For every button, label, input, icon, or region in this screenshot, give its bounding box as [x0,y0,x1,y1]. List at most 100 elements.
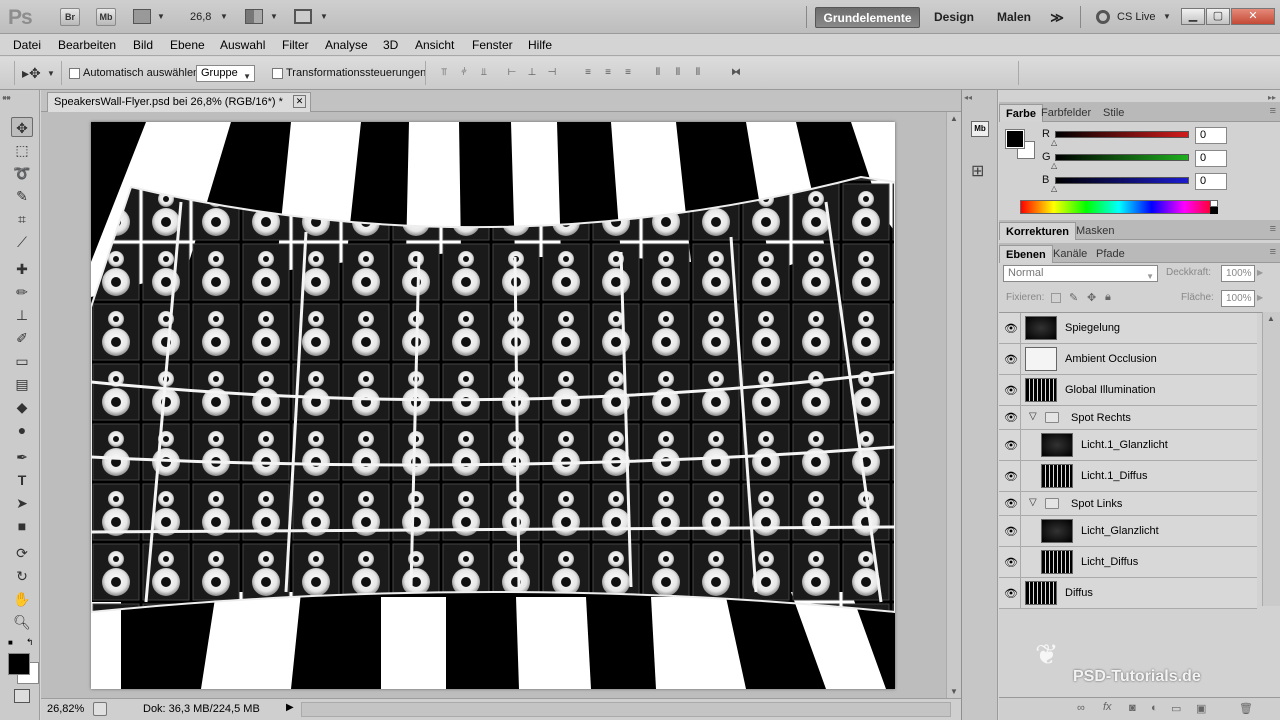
menu-fenster[interactable]: Fenster [472,38,513,52]
close-window-button[interactable]: ✕ [1231,8,1275,25]
lock-transparency-icon[interactable] [1051,293,1061,303]
blend-mode-dropdown[interactable]: Normal ▼ [1003,265,1158,282]
panel-menu-icon[interactable]: ≡ [1270,105,1276,117]
3d-rotate-tool-icon[interactable]: ⟳ [11,543,33,563]
eye-icon[interactable]: 👁︎ [1003,525,1019,539]
distribute-bottom-icon[interactable]: ≡ [620,66,636,80]
move-tool-preset-icon[interactable]: ▸✥ [22,65,41,82]
eye-icon[interactable]: 👁︎ [1003,556,1019,570]
more-workspaces-icon[interactable]: ≫ [1046,7,1068,28]
new-layer-icon[interactable]: ▣ [1196,702,1206,715]
distribute-hcenter-icon[interactable]: ⦀ [670,66,686,80]
layer-thumbnail[interactable] [1025,347,1057,371]
menu-ebene[interactable]: Ebene [170,38,205,52]
fill-field[interactable]: 100% [1221,290,1255,307]
mini-bridge-button[interactable]: Mb [96,8,116,26]
clone-stamp-tool-icon[interactable]: ⊥ [11,305,33,325]
status-menu-arrow-icon[interactable]: ▶ [286,702,294,713]
transform-controls-checkbox[interactable] [272,68,283,79]
chevron-down-icon[interactable]: ▼ [1163,12,1171,21]
layer-row[interactable]: 👁︎ Global Illumination [999,375,1257,406]
scroll-up-icon[interactable]: ▲ [950,114,958,123]
cs-live-icon[interactable] [1096,10,1110,24]
eye-icon[interactable]: 👁︎ [1003,497,1019,511]
chevron-down-icon[interactable]: ▼ [320,12,328,21]
layer-row[interactable]: 👁︎ Licht_Glanzlicht [999,516,1257,547]
tab-masken[interactable]: Masken [1070,222,1121,240]
new-group-icon[interactable]: ▭ [1171,702,1181,715]
crop-tool-icon[interactable]: ⌗ [11,209,33,229]
move-tool-icon[interactable]: ✥ [11,117,33,137]
mini-bridge-panel-icon[interactable]: Mb [971,121,989,137]
add-mask-icon[interactable]: ◙ [1129,702,1136,714]
workspace-grundelemente[interactable]: Grundelemente [815,7,920,28]
layers-scrollbar[interactable]: ▲ [1262,312,1280,606]
bridge-button[interactable]: Br [60,8,80,26]
foreground-color-swatch[interactable] [8,653,30,675]
menu-ansicht[interactable]: Ansicht [415,38,454,52]
layer-group-row[interactable]: 👁︎ ▽ Spot Links [999,492,1257,516]
eye-icon[interactable]: 👁︎ [1003,384,1019,398]
chevron-down-icon[interactable]: ▼ [220,12,228,21]
default-colors-icon[interactable]: ■ [8,638,13,647]
tab-farbfelder[interactable]: Farbfelder [1035,104,1097,122]
tab-kanaele[interactable]: Kanäle [1047,245,1093,263]
shape-tool-icon[interactable]: ■ [11,516,33,536]
layer-thumbnail[interactable] [1041,464,1073,488]
quick-selection-tool-icon[interactable]: ✎ [11,186,33,206]
slider-handle-icon[interactable]: △ [1051,161,1057,170]
lock-pixels-icon[interactable]: ✎ [1069,291,1078,304]
align-right-icon[interactable]: ⊣ [544,66,560,80]
align-top-icon[interactable]: ⫪ [436,66,452,80]
link-layers-icon[interactable]: ∞ [1077,702,1085,714]
align-vcenter-icon[interactable]: ⫩ [456,66,472,80]
layer-row[interactable]: 👁︎ Licht.1_Glanzlicht [999,430,1257,461]
arrange-documents-icon[interactable] [245,9,263,24]
path-selection-tool-icon[interactable]: ➤ [11,493,33,513]
scroll-up-icon[interactable]: ▲ [1267,314,1275,323]
fill-arrow-icon[interactable]: ▶ [1257,293,1263,302]
lasso-tool-icon[interactable]: ➰ [11,163,33,183]
adjustment-layer-icon[interactable]: ◐ [1151,702,1158,714]
eye-icon[interactable]: 👁︎ [1003,411,1019,425]
menu-filter[interactable]: Filter [282,38,309,52]
menu-analyse[interactable]: Analyse [325,38,368,52]
swap-colors-icon[interactable]: ↰ [26,637,34,648]
channel-b-slider[interactable] [1055,177,1189,184]
layer-row[interactable]: 👁︎ Spiegelung [999,313,1257,344]
lock-all-icon[interactable]: 🔒︎ [1105,291,1111,304]
menu-datei[interactable]: Datei [13,38,41,52]
chevron-down-icon[interactable]: ▼ [270,12,278,21]
panel-menu-icon[interactable]: ≡ [1270,246,1276,258]
history-brush-tool-icon[interactable]: ✐ [11,328,33,348]
channel-g-slider[interactable] [1055,154,1189,161]
zoom-tool-icon[interactable]: 🔍︎ [11,612,33,632]
channel-b-value[interactable]: 0 [1195,173,1227,190]
layer-row[interactable]: 👁︎ Ambient Occlusion [999,344,1257,375]
close-tab-icon[interactable]: ✕ [293,95,306,108]
layer-row[interactable]: 👁︎ Diffus [999,578,1257,609]
layer-thumbnail[interactable] [1041,550,1073,574]
channel-r-slider[interactable] [1055,131,1189,138]
hand-tool-icon[interactable]: ✋ [11,589,33,609]
auto-align-layers-icon[interactable]: ⧓ [728,66,744,80]
panel-menu-icon[interactable]: ≡ [1270,223,1276,235]
channel-g-value[interactable]: 0 [1195,150,1227,167]
menu-hilfe[interactable]: Hilfe [528,38,552,52]
expand-group-icon[interactable]: ▽ [1029,497,1037,508]
foreground-color-swatch[interactable] [1005,129,1025,149]
layer-row[interactable]: 👁︎ Licht.1_Diffus [999,461,1257,492]
3d-orbit-tool-icon[interactable]: ↻ [11,566,33,586]
expand-group-icon[interactable]: ▽ [1029,411,1037,422]
eye-icon[interactable]: 👁︎ [1003,322,1019,336]
opacity-field[interactable]: 100% [1221,265,1255,282]
layer-thumbnail[interactable] [1025,316,1057,340]
delete-layer-icon[interactable]: 🗑︎ [1239,702,1253,715]
document-tab[interactable]: SpeakersWall-Flyer.psd bei 26,8% (RGB/16… [47,92,311,112]
view-extras-icon[interactable] [133,9,151,24]
align-bottom-icon[interactable]: ⫫ [476,66,492,80]
expand-panels-icon[interactable]: ◂◂ [964,93,972,102]
tab-stile[interactable]: Stile [1097,104,1130,122]
tab-pfade[interactable]: Pfade [1090,245,1131,263]
collapse-icon[interactable]: ◂◂ [2,93,10,102]
